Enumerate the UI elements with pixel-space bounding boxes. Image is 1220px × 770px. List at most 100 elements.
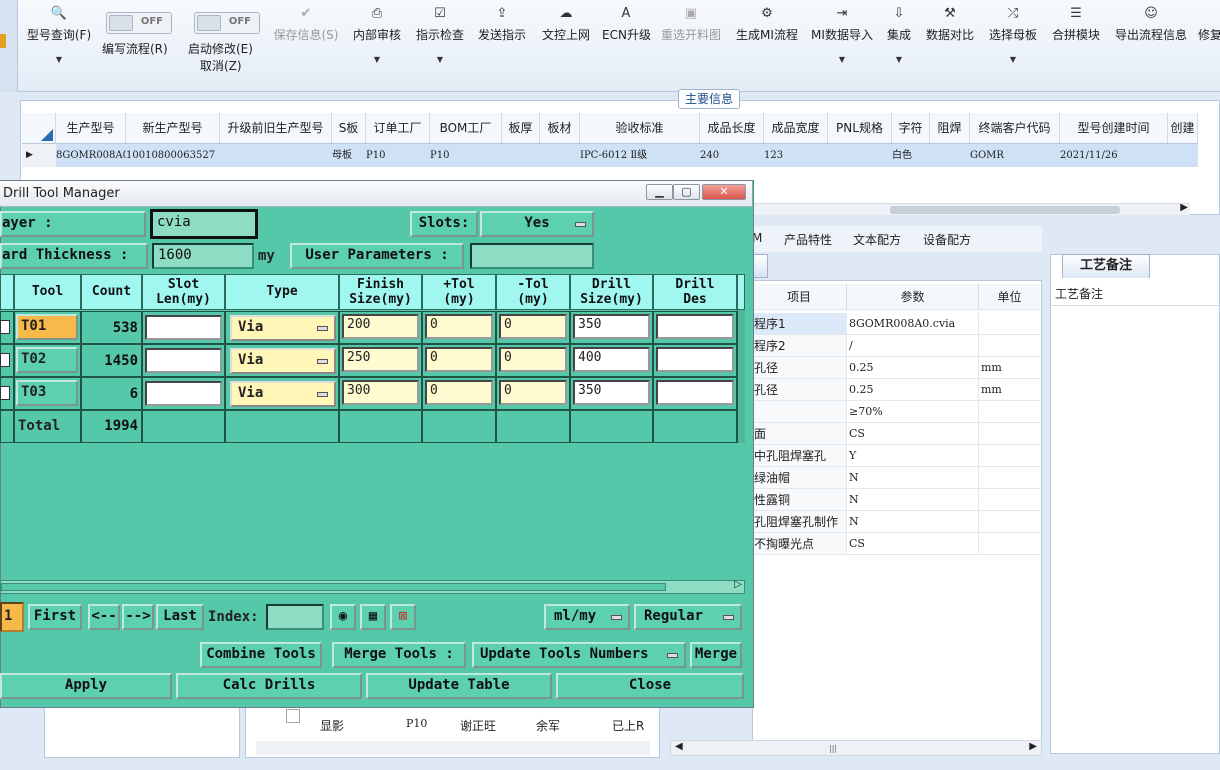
drill-des-input[interactable] [656,314,734,339]
internal-review-button[interactable]: ⎙ 内部审核 ▼ [352,6,402,64]
minus-tol-input[interactable]: 0 [499,380,567,405]
bulb-icon[interactable]: ◉ [330,604,356,630]
col-header-length[interactable]: 成品长度 [700,113,764,143]
tab-product-features[interactable]: 产品特性 [784,231,832,248]
table-cell[interactable]: 240 [700,144,764,167]
merge-module-button[interactable]: ☰ 合拼模块 [1050,6,1102,43]
row-select-icon[interactable] [0,386,10,400]
plus-tol-input[interactable]: 0 [425,380,493,405]
plus-tol-input[interactable]: 0 [425,347,493,372]
type-select[interactable]: Via [230,315,336,341]
table-cell[interactable]: P10 [366,144,430,167]
slots-select[interactable]: Yes [480,211,594,237]
units-select[interactable]: ml/my [544,604,630,630]
index-field[interactable] [266,604,324,630]
process-param-cell[interactable]: 8GOMR008A0.cvia [846,313,978,335]
start-modify-toggle[interactable]: OFF [194,12,260,34]
process-unit-cell[interactable] [978,335,1040,357]
slot-len-input[interactable] [145,381,222,406]
process-param-cell[interactable]: N [846,467,978,489]
col-header-create-time[interactable]: 型号创建时间 [1060,113,1168,143]
user-parameters-field[interactable] [470,243,594,269]
ecn-upgrade-button[interactable]: A ECN升级 [602,6,651,43]
delete-icon[interactable]: ⊠ [390,604,416,630]
process-param-cell[interactable]: N [846,489,978,511]
process-unit-cell[interactable] [978,313,1040,335]
col-header-standard[interactable]: 验收标准 [580,113,700,143]
table-cell[interactable]: 白色 [892,144,930,167]
process-unit-cell[interactable] [978,467,1040,489]
table-cell[interactable] [220,144,332,167]
process-horizontal-scrollbar[interactable]: ◀ ||| ▶ [670,740,1042,756]
check-instruction-button[interactable]: ☑ 指示检查 ▼ [414,6,466,64]
save-info-button[interactable]: ✔ 保存信息(S) [270,6,342,43]
process-item-cell[interactable] [752,401,846,423]
process-item-cell[interactable]: 中孔阻焊塞孔 [752,445,846,467]
tree-horizontal-scrollbar[interactable] [256,741,650,755]
slot-len-input[interactable] [145,315,222,340]
col-header-model[interactable]: 生产型号 [56,113,126,143]
splitter[interactable] [1042,254,1048,754]
process-param-cell[interactable]: ≥70% [846,401,978,423]
close-window-button[interactable]: ✕ [702,184,746,200]
process-item-cell[interactable]: 孔阻焊塞孔制作 [752,511,846,533]
table-cell[interactable]: P10 [430,144,502,167]
query-button[interactable]: 🔍 型号查询(F) ▼ [24,6,94,64]
table-horizontal-scrollbar[interactable]: ▷ [0,579,745,594]
tab-text-recipe[interactable]: 文本配方 [853,231,901,248]
table-cell[interactable] [540,144,580,167]
table-cell[interactable] [828,144,892,167]
col-header-thickness[interactable]: 板厚 [502,113,540,143]
process-unit-cell[interactable] [978,533,1040,555]
layer-field[interactable]: cvia [150,209,258,239]
reselect-cutting-chart-button[interactable]: ▣ 重选开料图 [660,6,722,43]
tab-process-notes[interactable]: 工艺备注 [1062,254,1150,278]
doc-control-online-button[interactable]: ☁ 文控上网 [540,6,592,43]
process-unit-cell[interactable]: mm [978,357,1040,379]
process-item-cell[interactable]: 程序1 [752,313,846,335]
col-header-customer-code[interactable]: 终端客户代码 [970,113,1060,143]
process-item-cell[interactable]: 性露铜 [752,489,846,511]
tab-equipment-recipe[interactable]: 设备配方 [923,231,971,248]
col-header-creator[interactable]: 创建 [1168,113,1198,143]
data-compare-button[interactable]: ⚒ 数据对比 [924,6,976,43]
send-instruction-button[interactable]: ⇪ 发送指示 [476,6,528,43]
apply-button[interactable]: Apply [0,673,172,699]
process-unit-cell[interactable] [978,401,1040,423]
row-select-icon[interactable] [0,320,10,334]
process-unit-cell[interactable] [978,423,1040,445]
drill-des-input[interactable] [656,347,734,372]
process-item-cell[interactable]: 绿油帽 [752,467,846,489]
row-select-icon[interactable] [0,353,10,367]
integrate-button[interactable]: ⇩ 集成 ▼ [884,6,914,64]
drill-size-input[interactable]: 350 [573,314,650,339]
col-header-solder-mask[interactable]: 阻焊 [930,113,970,143]
mode-select[interactable]: Regular [634,604,742,630]
table-cell[interactable]: 2021/11/26 [1060,144,1168,167]
tool-button[interactable]: T03 [16,380,78,406]
minimize-button[interactable]: ▁ [646,184,673,200]
table-cell[interactable]: IPC-6012 Ⅱ级 [580,144,700,167]
drill-size-input[interactable]: 350 [573,380,650,405]
combine-tools-button[interactable]: Combine Tools [200,642,322,668]
process-item-cell[interactable]: 面 [752,423,846,445]
process-unit-cell[interactable] [978,445,1040,467]
col-header-new-model[interactable]: 新生产型号 [126,113,220,143]
write-flow-toggle[interactable]: OFF [106,12,172,34]
minus-tol-input[interactable]: 0 [499,314,567,339]
process-item-cell[interactable]: 不掏曝光点 [752,533,846,555]
type-select[interactable]: Via [230,348,336,374]
cancel-label[interactable]: 取消(Z) [200,57,242,74]
table-cell[interactable] [502,144,540,167]
col-header-character[interactable]: 字符 [892,113,930,143]
page-number[interactable]: 1 [0,602,24,632]
close-button[interactable]: Close [556,673,744,699]
tool-button[interactable]: T01 [16,314,78,340]
table-icon[interactable]: ▦ [360,604,386,630]
table-cell[interactable]: 123 [764,144,828,167]
col-header-bom-factory[interactable]: BOM工厂 [430,113,502,143]
update-table-button[interactable]: Update Table [366,673,552,699]
mi-data-import-button[interactable]: ⇥ MI数据导入 ▼ [810,6,874,64]
process-param-cell[interactable]: N [846,511,978,533]
col-header-item[interactable]: 项目 [752,284,846,310]
